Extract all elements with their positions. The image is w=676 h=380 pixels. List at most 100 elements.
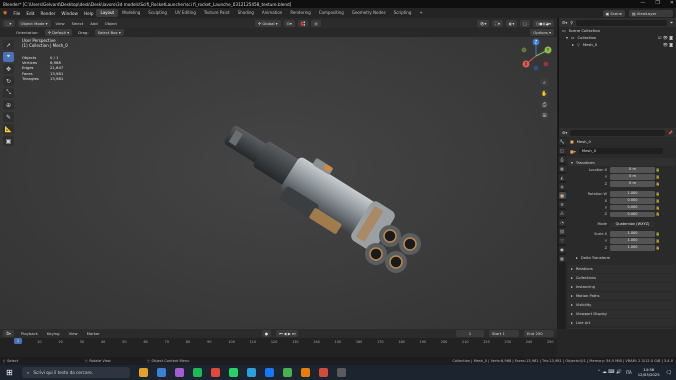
scale-y-field[interactable]: 1.000: [610, 238, 655, 244]
tray-icons[interactable]: ⌃ ☁ ⌨ 🔊: [597, 370, 622, 375]
taskbar-app-icon[interactable]: [283, 368, 292, 377]
orientation-field[interactable]: ✣ Default ▾: [44, 29, 73, 36]
visibility-eye-icon[interactable]: ☑ 👁 ◙: [658, 35, 673, 40]
tab-rendering[interactable]: Rendering: [286, 9, 314, 17]
viewport-display-panel[interactable]: ▸ Viewport Display: [568, 310, 675, 318]
maximize-button[interactable]: ❐: [655, 0, 659, 6]
language-indicator[interactable]: ITA: [626, 370, 632, 375]
lock-icon[interactable]: 🔓: [655, 206, 661, 210]
playhead[interactable]: 1: [14, 338, 22, 344]
editor-type-button[interactable]: ⬚▾: [3, 19, 15, 27]
record-button[interactable]: ●: [261, 330, 272, 337]
funnel-icon[interactable]: ⏷: [670, 20, 673, 25]
menu-view-timeline[interactable]: View: [67, 331, 80, 336]
3d-viewport[interactable]: [0, 37, 557, 329]
menu-keying[interactable]: Keying: [45, 331, 62, 336]
outliner-row-scene-collection[interactable]: ▭ Scene Collection: [559, 27, 676, 34]
scale-tool-button[interactable]: ⤡: [3, 88, 14, 98]
close-button[interactable]: ✕: [670, 0, 674, 6]
lock-icon[interactable]: 🔓: [655, 192, 661, 196]
current-frame-field[interactable]: 1: [456, 330, 484, 337]
taskbar-app-icon[interactable]: [301, 368, 310, 377]
shading-buttons[interactable]: ○●◍◕▾: [532, 19, 554, 27]
physics-tab[interactable]: ◔: [558, 219, 566, 226]
tab-scripting[interactable]: Scripting: [390, 9, 416, 17]
material-tab[interactable]: ●: [558, 246, 566, 253]
particles-tab[interactable]: ⁂: [558, 210, 566, 217]
rotation-w-field[interactable]: 1.000: [610, 191, 655, 197]
annotate-tool-button[interactable]: ✎: [3, 112, 14, 122]
playback-controls[interactable]: ⏮ ◀ ▶ ⏭: [276, 330, 299, 337]
render-tab[interactable]: ◫: [558, 147, 566, 154]
pan-button[interactable]: ✋: [540, 89, 549, 98]
data-tab[interactable]: ▽: [558, 237, 566, 244]
object-name-field[interactable]: Mesh_0: [578, 148, 663, 154]
tab-texture-paint[interactable]: Texture Paint: [200, 9, 234, 17]
scene-tab[interactable]: ◭: [558, 174, 566, 181]
transform-tool-button[interactable]: ⊕: [3, 100, 14, 110]
lock-icon[interactable]: 🔓: [655, 182, 661, 186]
menu-view[interactable]: View: [54, 21, 67, 26]
visibility-panel[interactable]: ▸ Visibility: [568, 301, 675, 309]
gizmo-button[interactable]: ⛶▾: [492, 19, 503, 27]
menu-file[interactable]: File: [10, 11, 23, 16]
overlay-button[interactable]: ◐▾: [506, 19, 518, 27]
tab-animation[interactable]: Animation: [258, 9, 286, 17]
proportional-button[interactable]: ◎: [311, 19, 321, 27]
add-workspace-button[interactable]: +: [415, 9, 426, 17]
menu-window[interactable]: Window: [58, 11, 81, 16]
taskbar-app-icon[interactable]: [229, 368, 238, 377]
viewlayer-selector[interactable]: ▤ ViewLayer: [629, 9, 673, 17]
pivot-button[interactable]: ⊙▾: [283, 19, 295, 27]
properties-search-input[interactable]: [570, 129, 666, 136]
taskbar-app-icon[interactable]: [265, 368, 274, 377]
location-x-field[interactable]: 0 m: [610, 167, 655, 173]
lock-icon[interactable]: 🔓: [655, 212, 661, 216]
taskbar-app-icon[interactable]: [337, 368, 346, 377]
orientation-dropdown[interactable]: ✣ Global ▾: [255, 19, 281, 27]
taskbar-app-icon[interactable]: [247, 368, 256, 377]
scale-x-field[interactable]: 1.000: [610, 231, 655, 238]
lock-icon[interactable]: 🔓: [655, 199, 661, 203]
menu-select[interactable]: Select: [70, 21, 86, 26]
tab-sculpting[interactable]: Sculpting: [144, 9, 171, 17]
perspective-toggle-button[interactable]: ⊞: [540, 111, 549, 120]
drag-field[interactable]: Select Box ▾: [94, 29, 124, 36]
start-frame-field[interactable]: Start 1: [489, 330, 519, 337]
taskbar-app-icon[interactable]: [139, 368, 148, 377]
taskbar-app-icon[interactable]: [319, 368, 328, 377]
modifier-tab[interactable]: ⚒: [558, 201, 566, 208]
clock[interactable]: 14:56 12/03/2025: [638, 367, 660, 377]
lock-icon[interactable]: 🔓: [655, 168, 661, 172]
view-layer-tab[interactable]: ▦: [558, 165, 566, 172]
lock-icon[interactable]: 🔓: [655, 232, 661, 236]
location-z-field[interactable]: 0 m: [610, 181, 655, 187]
taskbar-search[interactable]: ⌕ Scrivi qui il testo da cercare.: [22, 367, 130, 378]
visibility-eye-icon[interactable]: 👁 ◙: [663, 42, 673, 47]
mode-dropdown[interactable]: Object Mode ▾: [17, 19, 51, 27]
output-tab[interactable]: ⎙: [558, 156, 566, 163]
lock-icon[interactable]: 🔓: [655, 239, 661, 243]
end-frame-field[interactable]: End 250: [524, 330, 554, 337]
pin-icon[interactable]: 📌: [668, 130, 673, 135]
filter-icon[interactable]: ⚲: [570, 20, 573, 25]
object-tab[interactable]: ■: [558, 192, 566, 199]
tool-tab[interactable]: 🔧: [558, 138, 566, 145]
outliner-editor-icon[interactable]: ☰▾: [562, 20, 567, 25]
menu-object[interactable]: Object: [103, 21, 119, 26]
rotation-mode-dropdown[interactable]: Quaternion (WXYZ): [610, 221, 655, 228]
menu-edit[interactable]: Edit: [23, 11, 37, 16]
instancing-panel[interactable]: ▸ Instancing: [568, 283, 675, 291]
motion-paths-panel[interactable]: ▸ Motion Paths: [568, 292, 675, 300]
lock-icon[interactable]: 🔓: [655, 246, 661, 250]
outliner-row-mesh[interactable]: ▸ ▽ Mesh_0 👁 ◙: [559, 41, 676, 48]
windows-start-icon[interactable]: ⊞: [6, 368, 13, 377]
taskbar-app-icon[interactable]: [175, 368, 184, 377]
rotation-y-field[interactable]: 0.000: [610, 204, 655, 211]
menu-marker[interactable]: Marker: [85, 331, 102, 336]
scene-selector[interactable]: ▣ Scene: [602, 9, 625, 17]
tweak-tool-button[interactable]: ➚: [3, 40, 14, 50]
blender-logo-icon[interactable]: ◉: [0, 10, 10, 16]
tab-shading[interactable]: Shading: [234, 9, 258, 17]
minimize-button[interactable]: —: [640, 0, 645, 6]
